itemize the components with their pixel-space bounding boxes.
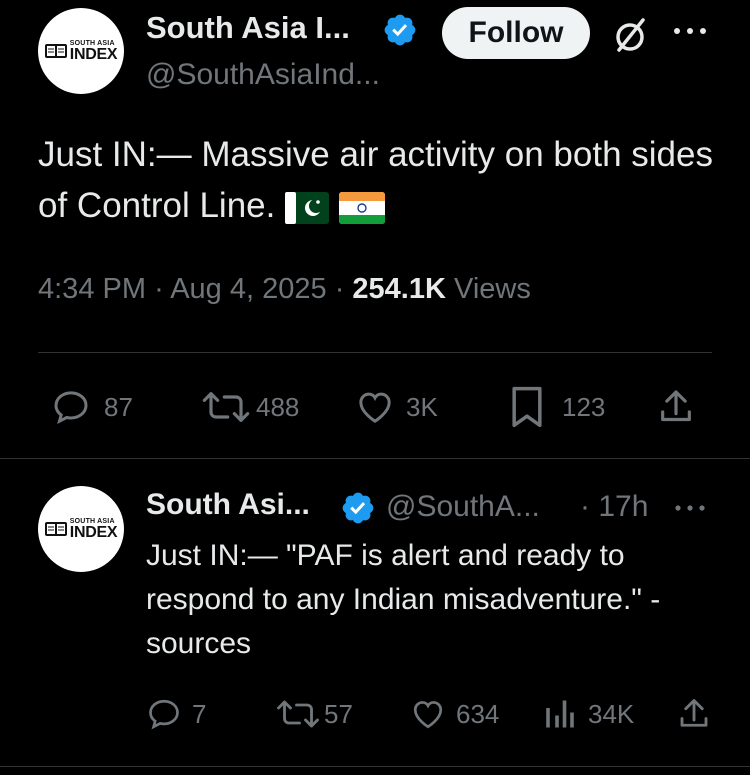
reply-icon: [149, 699, 179, 730]
south-asia-index-logo: SOUTH ASIA INDEX: [44, 40, 118, 63]
book-icon: [44, 44, 67, 58]
follow-button[interactable]: Follow: [442, 7, 590, 59]
meta-separator: ·: [154, 273, 164, 305]
repost-button[interactable]: 488: [198, 387, 299, 427]
south-asia-index-logo: SOUTH ASIA INDEX: [44, 518, 118, 541]
logo-text-bottom: INDEX: [69, 45, 118, 63]
divider: [0, 458, 750, 459]
author-avatar[interactable]: SOUTH ASIA INDEX: [38, 8, 124, 94]
reply-count: 87: [104, 391, 133, 422]
views-count: 254.1K: [352, 273, 446, 305]
reply-text: Just IN:— "PAF is alert and ready to res…: [146, 539, 661, 660]
reply-author-avatar[interactable]: SOUTH ASIA INDEX: [38, 486, 124, 572]
more-options-icon[interactable]: [670, 24, 710, 38]
divider: [0, 766, 750, 767]
verified-badge-icon: [384, 14, 416, 46]
logo-text-bottom: INDEX: [69, 523, 118, 541]
reply-icon: [54, 391, 88, 425]
divider: [38, 352, 712, 353]
more-options-icon[interactable]: [672, 502, 708, 514]
verified-badge-icon: [342, 492, 374, 524]
share-icon: [661, 390, 691, 422]
share-button[interactable]: [656, 385, 696, 429]
reply-views-button[interactable]: 34K: [542, 696, 634, 732]
tweet-meta: 4:34 PM · Aug 4, 2025 · 254.1K Views: [38, 273, 531, 306]
repost-icon: [277, 700, 319, 728]
reply-like-button[interactable]: 634: [408, 696, 499, 732]
bookmark-count: 123: [562, 391, 606, 422]
author-name[interactable]: South Asia I...: [146, 10, 350, 46]
author-handle[interactable]: @SouthAsiaInd...: [146, 58, 380, 92]
reply-like-count: 634: [456, 698, 500, 729]
tweet-text: Just IN:— Massive air activity on both s…: [38, 129, 728, 231]
share-icon: [680, 699, 708, 727]
repost-icon: [202, 392, 250, 422]
meta-separator: ·: [334, 273, 345, 305]
reply-share-button[interactable]: [676, 694, 712, 734]
heart-icon: [413, 701, 443, 729]
reply-reply-button[interactable]: 7: [146, 696, 206, 732]
bookmark-button[interactable]: 123: [508, 385, 605, 429]
reply-reply-count: 7: [192, 698, 207, 729]
india-flag-icon: [338, 191, 385, 224]
pakistan-flag-icon: [285, 191, 330, 224]
heart-icon: [359, 392, 391, 423]
like-count: 3K: [406, 391, 438, 422]
reply-views-count: 34K: [588, 698, 635, 729]
bookmark-icon: [512, 386, 542, 428]
repost-count: 488: [256, 391, 300, 422]
reply-repost-count: 57: [324, 698, 353, 729]
tweet-date[interactable]: Aug 4, 2025: [170, 273, 326, 305]
reply-repost-button[interactable]: 57: [274, 696, 353, 732]
book-icon: [44, 522, 67, 536]
reply-author-name[interactable]: South Asi...: [146, 488, 310, 522]
reply-button[interactable]: 87: [50, 387, 133, 427]
tweet-time[interactable]: 4:34 PM: [38, 273, 146, 305]
like-button[interactable]: 3K: [352, 387, 438, 427]
views-chart-icon: [546, 700, 574, 728]
views-label: Views: [454, 273, 531, 305]
grok-icon[interactable]: [610, 15, 650, 55]
reply-author-handle[interactable]: @SouthA...: [386, 490, 540, 524]
reply-timestamp[interactable]: · 17h: [580, 490, 648, 524]
